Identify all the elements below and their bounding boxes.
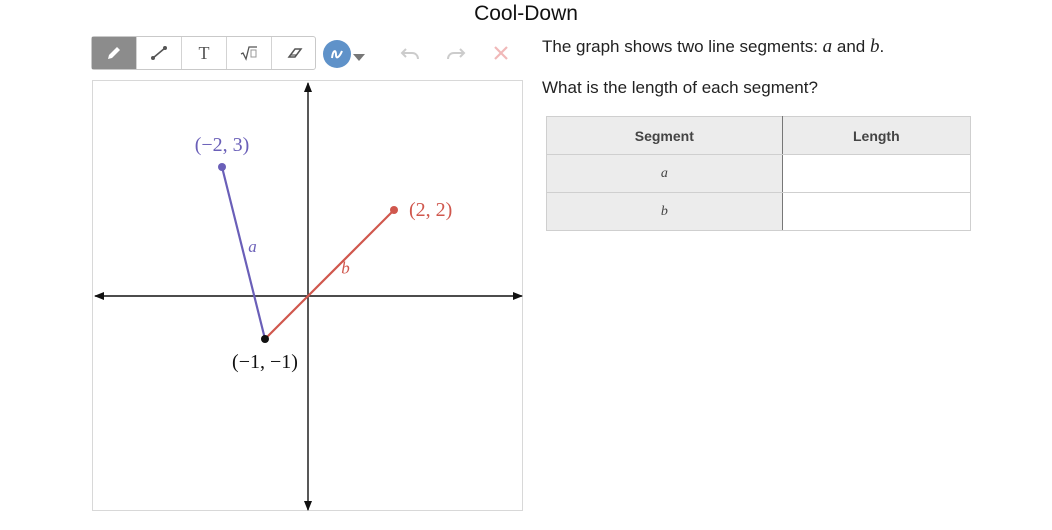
close-icon — [494, 46, 508, 60]
chevron-down-icon[interactable] — [353, 49, 365, 67]
segment-icon — [151, 46, 167, 60]
length-input-b[interactable] — [781, 192, 972, 231]
point-p3[interactable] — [261, 335, 269, 343]
prompt-question: What is the length of each segment? — [542, 78, 818, 97]
segment-cell: b — [546, 192, 783, 231]
undo-icon — [400, 48, 419, 60]
prompt-text: The graph shows two line segments: — [542, 37, 818, 56]
length-table: Segment Length a b — [546, 116, 972, 231]
column-header-segment: Segment — [546, 116, 783, 155]
prompt-line-1: The graph shows two line segments: a and… — [542, 36, 884, 58]
undo-button[interactable] — [399, 42, 421, 64]
segment-b-label: b — [341, 259, 350, 278]
segment-b[interactable] — [264, 209, 395, 340]
coordinate-graph: (−2, 3) (2, 2) (−1, −1) a b — [94, 82, 523, 511]
segment-cell: a — [546, 154, 783, 193]
pencil-tool-button[interactable] — [92, 37, 137, 69]
column-header-length: Length — [781, 116, 972, 155]
eraser-icon — [287, 48, 302, 58]
segment-tool-button[interactable] — [137, 37, 182, 69]
sqrt-icon — [240, 46, 257, 61]
point-p2[interactable] — [390, 206, 398, 214]
point-p1[interactable] — [218, 163, 226, 171]
length-input-a[interactable] — [781, 154, 972, 193]
var-a: a — [822, 36, 833, 57]
scribble-icon — [331, 50, 343, 59]
table-row: b — [546, 192, 972, 231]
drawing-toolbar: T — [91, 36, 316, 70]
point-label-p2: (2, 2) — [409, 199, 452, 221]
eraser-tool-button[interactable] — [272, 37, 317, 69]
math-tool-button[interactable] — [227, 37, 272, 69]
prompt-and: and — [836, 37, 866, 56]
segment-a-label: a — [248, 237, 257, 256]
page-title: Cool-Down — [474, 2, 578, 25]
segment-a[interactable] — [220, 166, 267, 340]
graph-canvas[interactable]: (−2, 3) (2, 2) (−1, −1) a b — [92, 80, 523, 511]
redo-icon — [447, 48, 466, 60]
text-tool-button[interactable]: T — [182, 37, 227, 69]
var-b: b — [870, 36, 880, 57]
redo-button[interactable] — [445, 42, 467, 64]
point-label-p3: (−1, −1) — [232, 351, 298, 373]
clear-button[interactable] — [490, 42, 512, 64]
pencil-icon — [108, 47, 120, 59]
table-row: a — [546, 154, 972, 193]
color-picker-button[interactable] — [323, 40, 351, 68]
text-icon: T — [198, 42, 210, 63]
point-label-p1: (−2, 3) — [195, 134, 250, 156]
prompt-period: . — [879, 37, 885, 56]
